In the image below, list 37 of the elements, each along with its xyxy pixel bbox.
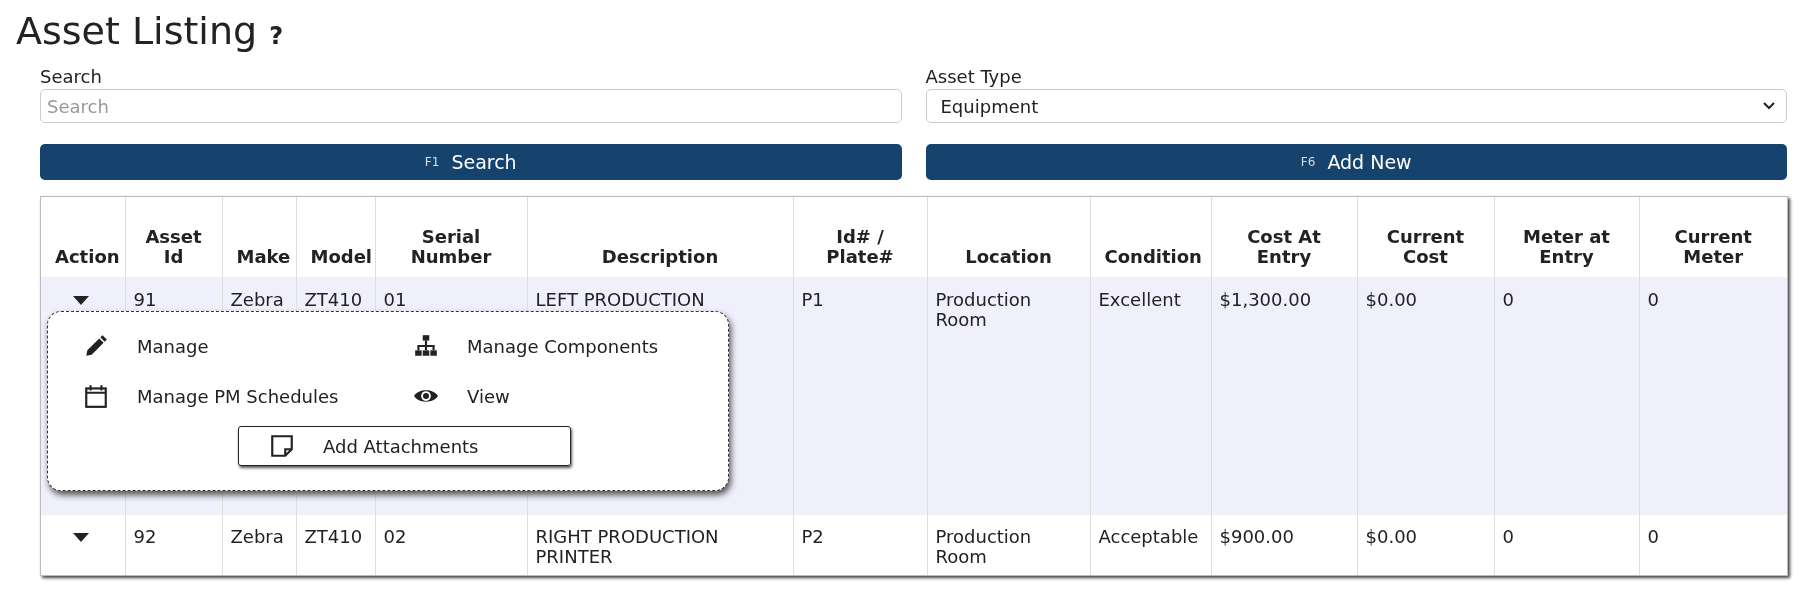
- table-cell: P2: [793, 514, 927, 575]
- table-cell: 0: [1639, 514, 1787, 575]
- table-cell: 92: [125, 514, 222, 575]
- pencil-icon: [83, 333, 109, 359]
- asset-type-dropdown[interactable]: Equipment: [925, 89, 1787, 123]
- help-link[interactable]: ?: [269, 22, 284, 50]
- chevron-icon: [1762, 101, 1776, 111]
- caret-icon[interactable]: [72, 533, 89, 543]
- table-cell: ZT410: [296, 514, 375, 575]
- page-title: Asset Listing: [16, 8, 258, 55]
- table-cell: 0: [1494, 514, 1639, 575]
- table-cell: 0: [1639, 277, 1787, 515]
- table-cell: Acceptable: [1090, 514, 1211, 575]
- search-field[interactable]: Search: [40, 89, 902, 123]
- table-cell: P1: [793, 277, 927, 515]
- search-button[interactable]: F1 Search: [40, 144, 902, 180]
- caret-icon[interactable]: [72, 296, 89, 306]
- menu-item[interactable]: Add Attachments: [238, 426, 571, 466]
- table-cell: Production Room: [927, 514, 1090, 575]
- calendar-icon: [83, 383, 109, 409]
- column-header: Current Meter: [1639, 197, 1787, 278]
- table-cell: Zebra: [222, 514, 296, 575]
- search-label: Search: [40, 66, 102, 87]
- sitemap-icon: [413, 333, 439, 359]
- table-cell: Production Room: [927, 277, 1090, 515]
- note-icon: [269, 433, 295, 459]
- table-cell: $0.00: [1357, 514, 1494, 575]
- table-cell: 02: [375, 514, 527, 575]
- menu-item[interactable]: View: [398, 376, 525, 416]
- add-new-button[interactable]: F6 Add New: [925, 144, 1787, 180]
- table-cell: $1,300.00: [1211, 277, 1357, 515]
- table-cell: RIGHT PRODUCTION PRINTER: [527, 514, 793, 575]
- asset-type-label: Asset Type: [925, 66, 1022, 87]
- table-cell: Excellent: [1090, 277, 1211, 515]
- table-cell: 0: [1494, 277, 1639, 515]
- table-cell: $900.00: [1211, 514, 1357, 575]
- table-cell: $0.00: [1357, 277, 1494, 515]
